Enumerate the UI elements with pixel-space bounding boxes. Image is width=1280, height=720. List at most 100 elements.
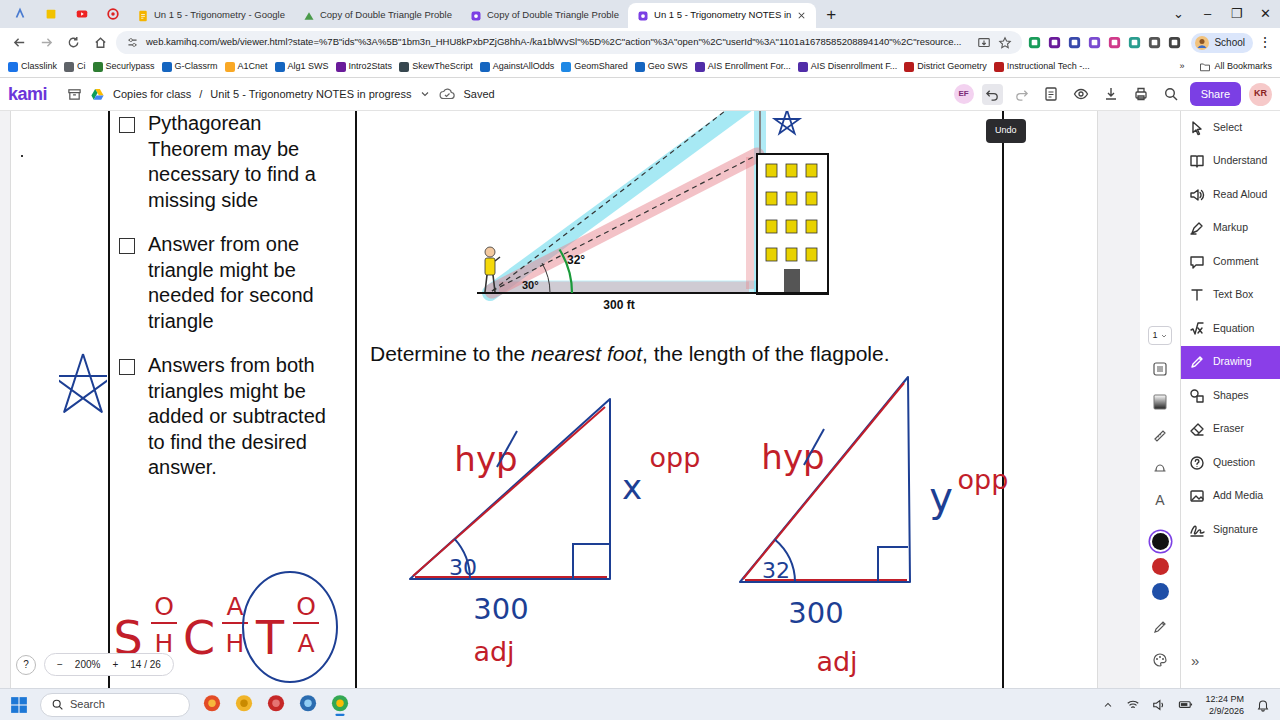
window-control[interactable]: ❐ [1222, 4, 1251, 24]
home-button[interactable] [89, 32, 111, 54]
profile-button[interactable]: School [1191, 33, 1253, 53]
app-icon[interactable] [266, 694, 286, 716]
option-button[interactable] [1152, 451, 1168, 484]
zoom-in-button[interactable]: + [112, 657, 118, 672]
search-button[interactable] [1160, 83, 1182, 105]
tool-button[interactable]: Signature [1181, 513, 1280, 547]
color-swatch[interactable] [1152, 583, 1169, 600]
app-icon[interactable] [330, 694, 350, 716]
user-avatar[interactable]: KR [1249, 83, 1272, 106]
new-tab-button[interactable]: + [816, 6, 846, 23]
tool-button[interactable]: Select [1181, 111, 1280, 145]
extension-icon[interactable] [1167, 35, 1182, 50]
document-area[interactable]: Pythagorean Theorem may be necessary to … [0, 111, 1140, 688]
tool-button[interactable]: Equation [1181, 312, 1280, 346]
taskbar-clock[interactable]: 12:24 PM2/9/2026 [1205, 693, 1244, 717]
worksheet-page[interactable]: Pythagorean Theorem may be necessary to … [10, 111, 1098, 688]
bookmark[interactable]: SkewTheScript [399, 60, 473, 74]
text-style-button[interactable]: A [1155, 490, 1164, 511]
forward-button[interactable] [35, 32, 57, 54]
window-control[interactable]: ⌄ [1164, 4, 1193, 24]
document-title[interactable]: Unit 5 - Trigonometry NOTES in progress [210, 86, 411, 103]
checkbox[interactable] [119, 117, 135, 133]
extension-icon[interactable] [1047, 35, 1062, 50]
pinned-tab[interactable] [4, 0, 35, 28]
extension-icon[interactable] [1027, 35, 1042, 50]
menu-button[interactable]: ⋮ [1258, 32, 1272, 53]
zoom-out-button[interactable]: − [57, 657, 63, 672]
tool-button[interactable]: Read Aloud [1181, 178, 1280, 212]
all-bookmarks[interactable]: All Bookmarks [1199, 60, 1272, 74]
option-button[interactable] [1152, 643, 1168, 676]
battery-icon[interactable] [1178, 697, 1193, 712]
download-button[interactable] [1100, 83, 1122, 105]
extension-icon[interactable] [1107, 35, 1122, 50]
print-button[interactable] [1130, 83, 1152, 105]
browser-tab[interactable]: Copy of Double Triangle Proble [294, 3, 461, 28]
archive-icon[interactable] [67, 87, 82, 102]
bookmark[interactable]: AIS Enrollment For... [695, 60, 791, 74]
tool-button[interactable]: Understand [1181, 145, 1280, 179]
color-swatch[interactable] [1152, 558, 1169, 575]
bookmark[interactable]: AIS Disenrollment F... [798, 60, 898, 74]
pinned-tab[interactable] [35, 0, 66, 28]
caret-icon[interactable] [419, 88, 431, 100]
tool-button[interactable]: Drawing [1181, 346, 1280, 380]
app-icon[interactable] [202, 694, 222, 716]
outline-button[interactable] [1040, 83, 1062, 105]
help-button[interactable]: ? [16, 655, 36, 675]
more-bookmarks-button[interactable]: » [1179, 60, 1184, 74]
bookmark[interactable]: Geo SWS [635, 60, 688, 74]
option-button[interactable] [1152, 352, 1168, 385]
reload-button[interactable] [62, 32, 84, 54]
bookmark[interactable]: GeomShared [561, 60, 628, 74]
redo-button[interactable] [1011, 84, 1032, 105]
bookmark[interactable]: District Geometry [904, 60, 987, 74]
extension-icon[interactable] [1147, 35, 1162, 50]
collaborator-avatar[interactable]: EF [954, 84, 974, 104]
taskbar-search[interactable]: Search [40, 693, 190, 717]
browser-tab[interactable]: Un 1 5 - Trigonometry NOTES in [628, 3, 816, 28]
tool-button[interactable]: Comment [1181, 245, 1280, 279]
site-info-icon[interactable] [126, 36, 139, 49]
stroke-size-select[interactable]: 1 [1148, 326, 1171, 346]
bookmark[interactable]: Instructional Tech -... [994, 60, 1090, 74]
undo-button[interactable] [982, 84, 1003, 105]
kami-logo[interactable]: kami [8, 81, 47, 108]
bookmark[interactable]: Classlink [8, 60, 57, 74]
pinned-tab[interactable] [97, 0, 128, 28]
pinned-tab[interactable] [66, 0, 97, 28]
extension-icon[interactable] [1067, 35, 1082, 50]
color-swatch[interactable] [1152, 533, 1169, 550]
window-control[interactable]: ✕ [1251, 4, 1280, 24]
app-icon[interactable] [298, 694, 318, 716]
option-button[interactable] [1152, 418, 1168, 451]
install-icon[interactable] [977, 36, 991, 50]
wifi-icon[interactable] [1126, 698, 1140, 712]
browser-tab[interactable]: Un 1 5 - Trigonometry - Google [128, 3, 294, 28]
url-field[interactable]: web.kamihq.com/web/viewer.html?state=%7B… [116, 31, 1022, 54]
tool-button[interactable]: Eraser [1181, 413, 1280, 447]
checkbox[interactable] [119, 238, 135, 254]
bookmark[interactable]: Intro2Stats [336, 60, 393, 74]
window-control[interactable]: – [1193, 4, 1222, 24]
extension-icon[interactable] [1127, 35, 1142, 50]
close-icon[interactable] [796, 10, 807, 21]
bookmark[interactable]: AgainstAllOdds [480, 60, 555, 74]
tray-caret-icon[interactable] [1102, 699, 1114, 711]
collapse-sidebar-button[interactable]: » [1181, 646, 1280, 676]
extension-icon[interactable] [1087, 35, 1102, 50]
tool-button[interactable]: Shapes [1181, 379, 1280, 413]
tool-button[interactable]: Markup [1181, 212, 1280, 246]
bookmark[interactable]: Alg1 SWS [275, 60, 329, 74]
bookmark[interactable]: Ci [64, 60, 86, 74]
share-button[interactable]: Share [1190, 82, 1241, 107]
checkbox[interactable] [119, 359, 135, 375]
folder-link[interactable]: Copies for class [113, 86, 191, 103]
back-button[interactable] [8, 32, 30, 54]
bookmark[interactable]: A1Cnet [225, 60, 268, 74]
volume-icon[interactable] [1152, 698, 1166, 712]
app-icon[interactable] [234, 694, 254, 716]
option-button[interactable] [1152, 610, 1168, 643]
tool-button[interactable]: Text Box [1181, 279, 1280, 313]
